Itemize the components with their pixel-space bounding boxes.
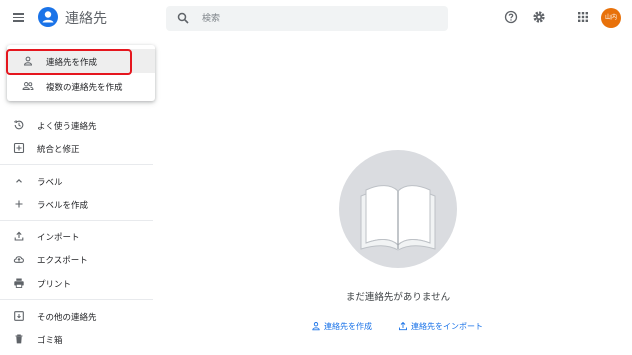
sidebar-item-frequent[interactable]: よく使う連絡先: [0, 114, 156, 136]
sidebar-item-label: ラベル: [37, 178, 63, 188]
sidebar-item-label: プリント: [37, 280, 72, 290]
sidebar-item-label: その他の連絡先: [37, 313, 97, 323]
open-book-icon: [360, 185, 436, 251]
app-header: 連絡先 山内: [0, 0, 632, 36]
menu-item-label: 複数の連絡先を作成: [46, 83, 123, 93]
archive-icon: [14, 311, 24, 321]
chevron-up-icon: [16, 179, 22, 183]
account-avatar[interactable]: 山内: [601, 8, 621, 28]
search-input[interactable]: [202, 6, 432, 31]
history-icon: [14, 120, 24, 130]
menu-item-create-multiple[interactable]: 複数の連絡先を作成: [7, 74, 155, 98]
trash-icon: [15, 334, 23, 344]
sidebar-divider: [0, 220, 153, 221]
sidebar-divider: [0, 299, 153, 300]
sidebar-item-print[interactable]: プリント: [0, 272, 156, 294]
help-icon[interactable]: [504, 10, 518, 24]
sidebar-item-trash[interactable]: ゴミ箱: [0, 328, 156, 350]
search-icon[interactable]: [177, 12, 189, 24]
sidebar-item-create-label[interactable]: ラベルを作成: [0, 193, 156, 215]
sidebar-item-label: ラベルを作成: [37, 201, 89, 211]
sidebar-item-labels[interactable]: ラベル: [0, 170, 156, 192]
sidebar-item-label: インポート: [37, 233, 80, 243]
people-outline-icon: [22, 82, 34, 90]
import-contacts-link-label: 連絡先をインポート: [411, 322, 483, 331]
sidebar-item-merge[interactable]: 統合と修正: [0, 137, 156, 159]
app-title: 連絡先: [65, 11, 107, 27]
create-contact-link-label: 連絡先を作成: [324, 322, 372, 331]
sidebar-item-label: エクスポート: [37, 256, 88, 266]
print-icon: [14, 278, 24, 288]
empty-state-message: まだ連絡先がありません: [345, 292, 451, 303]
apps-grid-icon[interactable]: [576, 10, 590, 24]
contacts-logo-icon[interactable]: [38, 7, 58, 27]
person-add-icon: [312, 322, 320, 331]
search-bar[interactable]: [166, 6, 448, 31]
sidebar-item-label: ゴミ箱: [37, 336, 63, 346]
highlight-annotation-box: [6, 49, 132, 75]
merge-fix-icon: [13, 142, 25, 154]
sidebar-item-other-contacts[interactable]: その他の連絡先: [0, 305, 156, 327]
empty-book-illustration: [339, 150, 457, 268]
main-menu-icon[interactable]: [12, 11, 26, 25]
sidebar-item-label: よく使う連絡先: [37, 122, 97, 132]
cloud-upload-icon: [13, 256, 24, 263]
upload-icon: [399, 321, 407, 331]
settings-gear-icon[interactable]: [532, 10, 546, 24]
sidebar-divider: [0, 164, 153, 165]
plus-icon: [15, 200, 23, 208]
sidebar-item-export[interactable]: エクスポート: [0, 248, 156, 270]
sidebar-item-import[interactable]: インポート: [0, 225, 156, 247]
upload-icon: [14, 231, 24, 241]
sidebar-item-label: 統合と修正: [37, 145, 80, 155]
